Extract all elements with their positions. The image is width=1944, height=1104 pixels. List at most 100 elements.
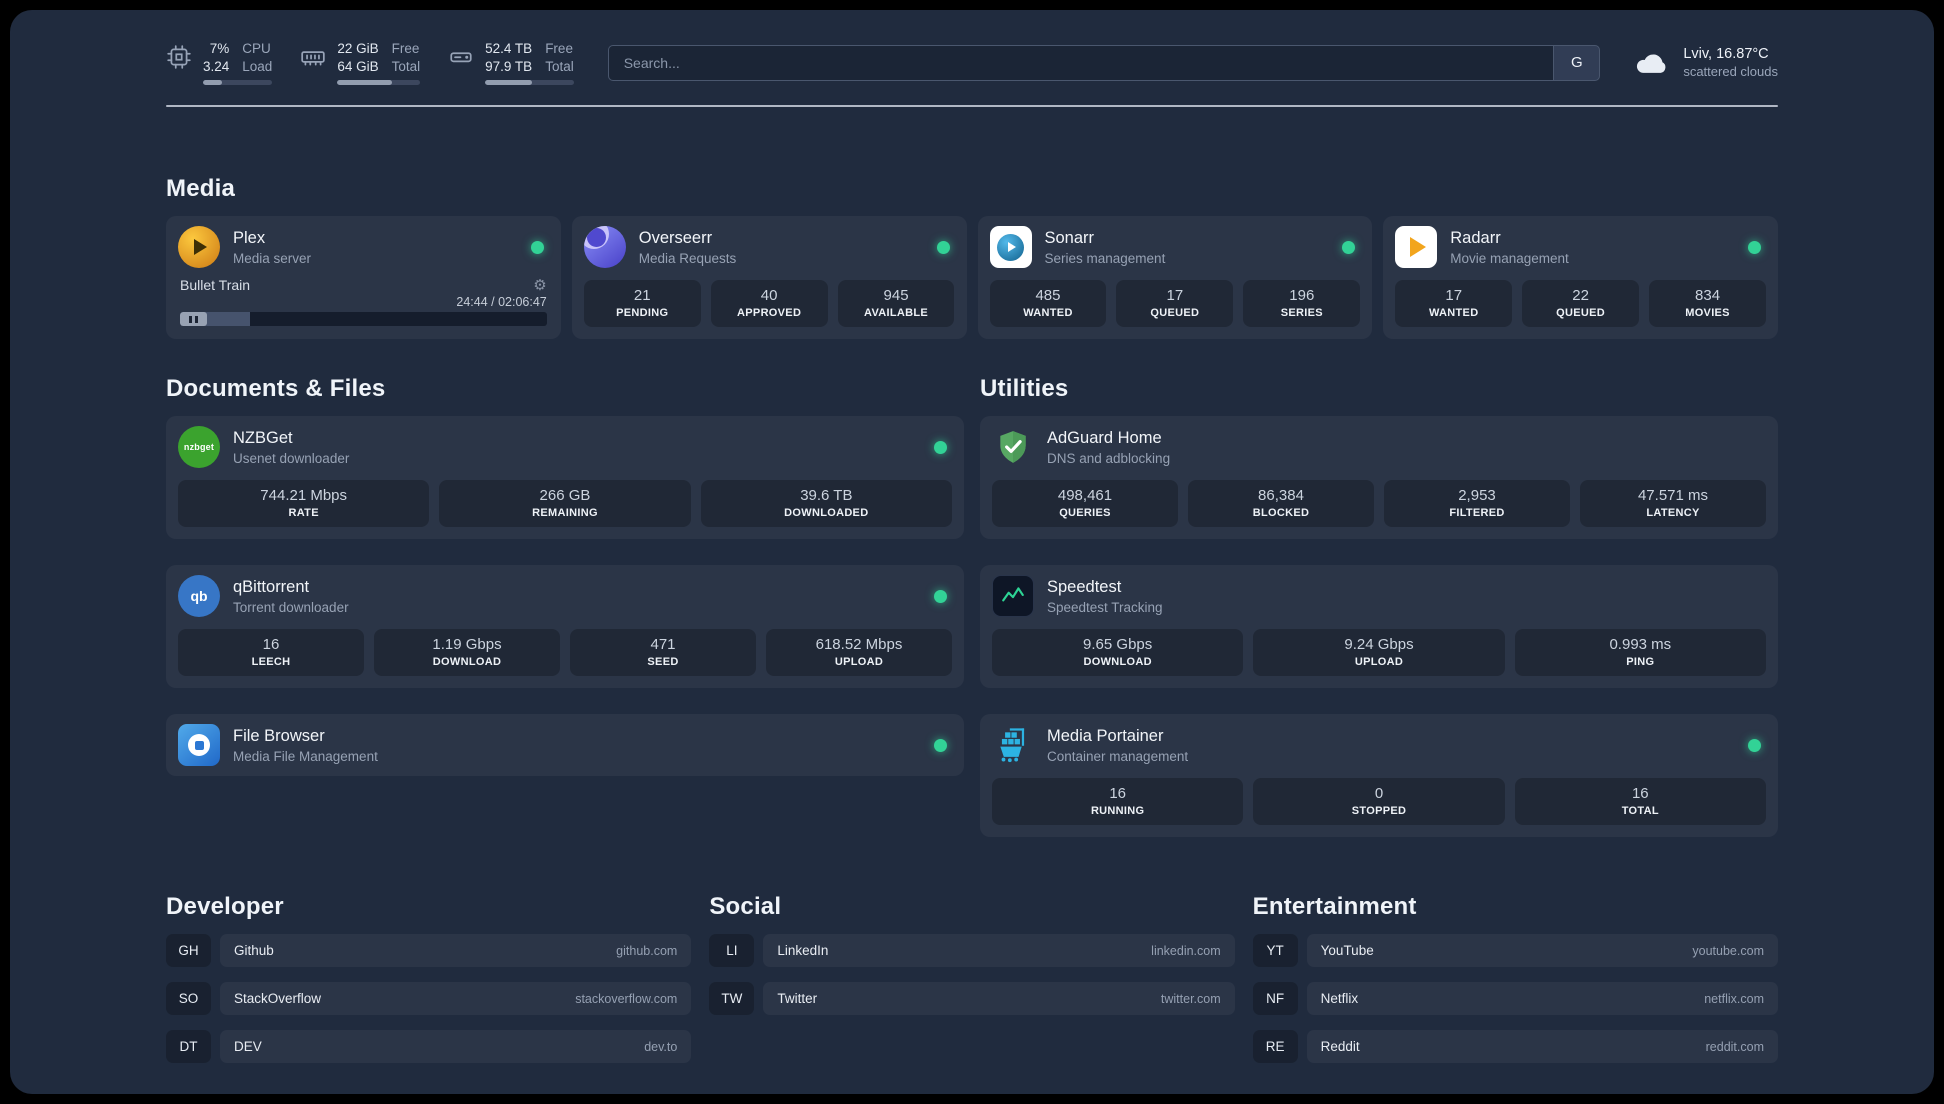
header-divider (166, 105, 1778, 107)
disk-total-value: 97.9 TB (485, 59, 533, 74)
bookmarks-social: Social LI LinkedIn linkedin.com TW Twitt… (709, 893, 1235, 1063)
service-card-nzbget[interactable]: nzbget NZBGet Usenet downloader 744.21 M… (166, 416, 964, 539)
bookmark-abbr: NF (1252, 982, 1298, 1015)
bookmark-link[interactable]: YouTube youtube.com (1306, 934, 1778, 967)
bookmark-abbr: GH (166, 934, 211, 967)
disk-widget: 52.4 TB Free 97.9 TB Total (448, 40, 574, 85)
service-card-overseerr[interactable]: Overseerr Media Requests 21 PENDING 40 A… (571, 216, 967, 339)
service-meta: Sonarr Series management (1045, 229, 1166, 266)
bookmark-netflix[interactable]: NF Netflix netflix.com (1252, 982, 1778, 1015)
bookmark-youtube[interactable]: YT YouTube youtube.com (1252, 934, 1778, 967)
stat-leech: 16 LEECH (178, 629, 364, 676)
service-card-plex[interactable]: Plex Media server Bullet Train ⚙ 24:44 /… (166, 216, 561, 339)
service-name: Plex (233, 228, 266, 247)
service-stats: 21 PENDING 40 APPROVED 945 AVAILABLE (583, 280, 955, 327)
search-provider-button[interactable]: G (1553, 44, 1601, 81)
settings-gear-icon[interactable]: ⚙ (533, 276, 546, 294)
stat-pending: 21 PENDING (583, 280, 701, 327)
bookmark-twitter[interactable]: TW Twitter twitter.com (709, 982, 1235, 1015)
memory-total-label: Total (391, 59, 421, 74)
playback-time: 24:44 / 02:06:47 (456, 295, 547, 309)
adguard-icon (992, 426, 1034, 468)
middle-sections: Documents & Files nzbget NZBGet Usenet d… (166, 375, 1778, 837)
nzbget-icon: nzbget (178, 426, 220, 468)
stat-remaining: 266 GB REMAINING (439, 480, 691, 527)
bookmark-link[interactable]: Twitter twitter.com (763, 982, 1235, 1015)
pause-button[interactable] (180, 312, 207, 326)
service-meta: NZBGet Usenet downloader (233, 429, 349, 466)
bookmarks: Developer GH Github github.com SO StackO… (166, 893, 1778, 1063)
bookmark-github[interactable]: GH Github github.com (166, 934, 692, 967)
service-card-portainer[interactable]: Media Portainer Container management 16 … (980, 714, 1778, 837)
bookmark-linkedin[interactable]: LI LinkedIn linkedin.com (709, 934, 1235, 967)
weather-location: Lviv, 16.87°C (1683, 46, 1769, 62)
media-section-title: Media (166, 175, 236, 202)
status-dot (1342, 240, 1356, 254)
bookmark-abbr: DT (166, 1030, 211, 1063)
cpu-load-value: 3.24 (203, 59, 230, 74)
bookmark-abbr: SO (166, 982, 211, 1015)
status-dot (936, 240, 950, 254)
service-name: Sonarr (1044, 228, 1095, 247)
sonarr-icon (989, 226, 1032, 268)
memory-progress-bar (337, 80, 421, 85)
service-meta: AdGuard Home DNS and adblocking (1047, 429, 1170, 466)
social-section-title: Social (709, 893, 782, 920)
bookmark-abbr: YT (1252, 934, 1298, 967)
status-dot (934, 589, 947, 603)
dashboard-content: 7% CPU 3.24 Load 22 GiB Free 64 GiB Tota… (10, 10, 1934, 1094)
stat-wanted: 485 WANTED (989, 280, 1107, 327)
bookmark-link[interactable]: DEV dev.to (220, 1030, 692, 1063)
stat-queries: 498,461 QUERIES (992, 480, 1178, 527)
service-stats: 16 RUNNING 0 STOPPED 16 TOTAL (992, 778, 1766, 825)
stat-rate: 744.21 Mbps RATE (178, 480, 430, 527)
stat-queued: 22 QUEUED (1522, 280, 1640, 327)
service-name: NZBGet (233, 428, 293, 447)
service-desc: Media File Management (233, 748, 378, 764)
now-playing-widget: Bullet Train ⚙ 24:44 / 02:06:47 (178, 276, 549, 326)
playback-progress-bar[interactable] (180, 312, 547, 326)
bookmark-link[interactable]: LinkedIn linkedin.com (763, 934, 1235, 967)
bookmark-link[interactable]: Netflix netflix.com (1306, 982, 1778, 1015)
service-card-filebrowser[interactable]: File Browser Media File Management (166, 714, 964, 776)
service-stats: 485 WANTED 17 QUEUED 196 SERIES (989, 280, 1361, 327)
portainer-icon (992, 724, 1034, 766)
bookmark-abbr: RE (1252, 1030, 1298, 1063)
stat-queued: 17 QUEUED (1116, 280, 1234, 327)
service-desc: Series management (1044, 250, 1166, 266)
service-desc: Movie management (1450, 250, 1569, 266)
section-utilities: Utilities AdGuard Home DNS and adblockin… (980, 375, 1778, 837)
service-card-speedtest[interactable]: Speedtest Speedtest Tracking 9.65 Gbps D… (980, 565, 1778, 688)
status-dot (530, 240, 544, 254)
service-name: AdGuard Home (1047, 428, 1162, 447)
section-media: Media Plex Media server Bullet Train ⚙ 2… (166, 175, 1778, 339)
cpu-icon (166, 44, 192, 70)
service-card-sonarr[interactable]: Sonarr Series management 485 WANTED 17 Q… (977, 216, 1373, 339)
search-bar: G (607, 44, 1601, 81)
bookmark-reddit[interactable]: RE Reddit reddit.com (1252, 1030, 1778, 1063)
speedtest-icon (992, 575, 1034, 617)
disk-progress-bar (485, 80, 574, 85)
service-card-qbittorrent[interactable]: qb qBittorrent Torrent downloader 16 LEE… (166, 565, 964, 688)
stat-running: 16 RUNNING (992, 778, 1244, 825)
memory-free-label: Free (391, 41, 420, 56)
weather-condition: scattered clouds (1683, 64, 1778, 79)
bookmark-dev[interactable]: DT DEV dev.to (166, 1030, 692, 1063)
cpu-progress-bar (203, 80, 273, 85)
bookmark-link[interactable]: Reddit reddit.com (1306, 1030, 1778, 1063)
cpu-load-label: Load (242, 59, 273, 74)
bookmark-stackoverflow[interactable]: SO StackOverflow stackoverflow.com (166, 982, 692, 1015)
cpu-widget: 7% CPU 3.24 Load (166, 40, 273, 85)
stat-download: 1.19 Gbps DOWNLOAD (374, 629, 560, 676)
service-meta: Overseerr Media Requests (639, 229, 737, 266)
service-meta: File Browser Media File Management (233, 727, 378, 764)
bookmark-link[interactable]: StackOverflow stackoverflow.com (220, 982, 692, 1015)
service-card-radarr[interactable]: Radarr Movie management 17 WANTED 22 QUE… (1383, 216, 1778, 339)
bookmarks-entertainment: Entertainment YT YouTube youtube.com NF … (1252, 893, 1778, 1063)
developer-section-title: Developer (166, 893, 284, 920)
bookmark-link[interactable]: Github github.com (220, 934, 692, 967)
stat-series: 196 SERIES (1243, 280, 1361, 327)
service-card-adguard[interactable]: AdGuard Home DNS and adblocking 498,461 … (980, 416, 1778, 539)
search-input[interactable] (607, 44, 1554, 81)
status-dot (1748, 738, 1761, 752)
